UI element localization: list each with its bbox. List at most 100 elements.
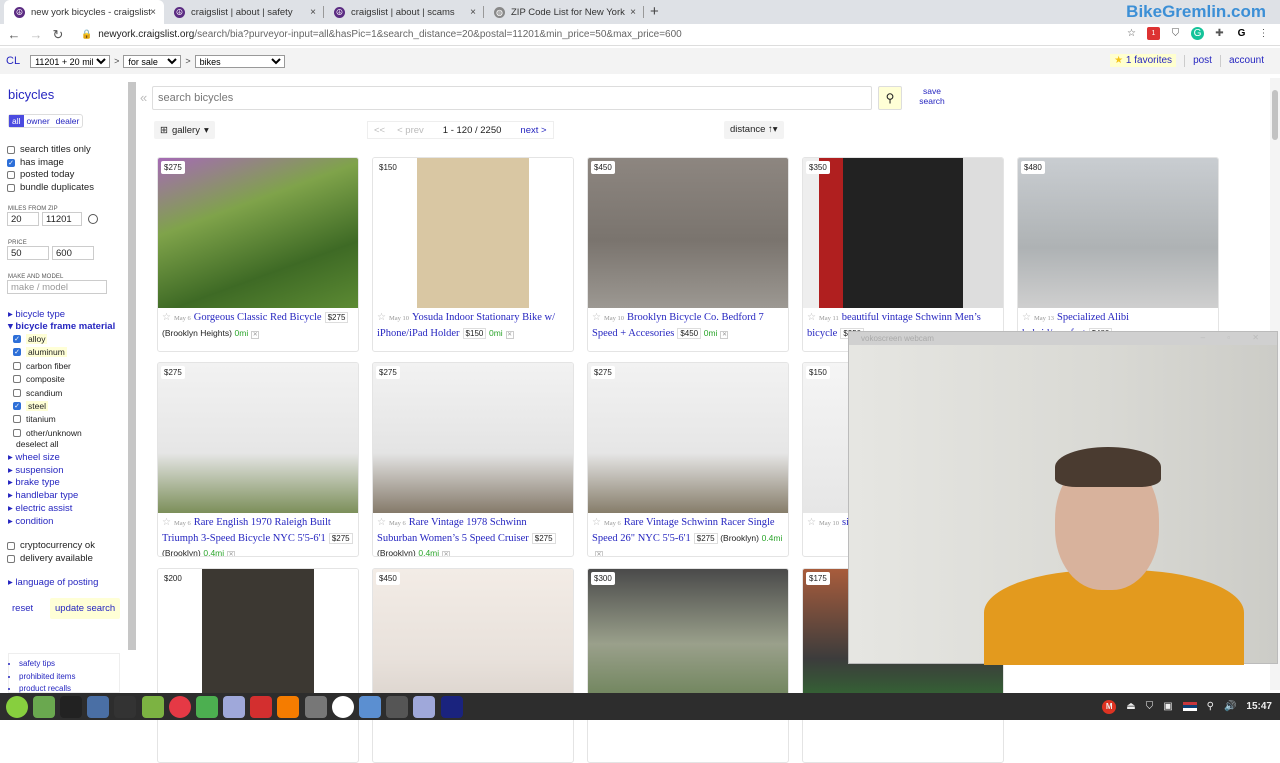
view-mode-dropdown[interactable]: ⊞ gallery ▾ (154, 121, 215, 139)
update-icon[interactable]: ⏏ (1126, 701, 1135, 712)
facet-electric-assist[interactable]: ▸ electric assist (8, 503, 72, 514)
checkbox[interactable] (7, 170, 15, 179)
app-headset-icon[interactable] (440, 695, 463, 718)
favorite-star-icon[interactable]: ☆ (377, 517, 386, 528)
puzzle-extensions-icon[interactable]: ✚ (1213, 27, 1226, 40)
listing-title-link[interactable]: Gorgeous Classic Red Bicycle (194, 312, 322, 323)
menu-kebab-icon[interactable]: ⋮ (1257, 27, 1270, 40)
clipboard-icon[interactable]: ▣ (1163, 701, 1172, 712)
checkbox[interactable] (13, 415, 21, 424)
listing-image[interactable] (588, 158, 788, 308)
category-select[interactable]: bikes (194, 54, 285, 68)
seller-owner[interactable]: owner (24, 115, 53, 127)
material-aluminum-checkbox[interactable]: ✓ aluminum (13, 347, 67, 358)
update-search-button[interactable]: update search (50, 598, 121, 619)
material-other-unknown-checkbox[interactable]: other/unknown (13, 428, 82, 438)
prohibited-items-link[interactable]: prohibited items (19, 671, 119, 684)
bundle-duplicates-checkbox[interactable]: bundle duplicates (7, 182, 94, 193)
mint-menu-icon[interactable] (5, 695, 28, 718)
notes-icon[interactable] (223, 695, 246, 718)
facet-handlebar-type[interactable]: ▸ handlebar type (8, 490, 78, 501)
url-input[interactable]: newyork.craigslist.org/search/bia?purvey… (98, 29, 682, 40)
volume-icon[interactable]: 🔊 (1224, 701, 1236, 712)
hide-listing-icon[interactable]: ✕ (442, 551, 451, 556)
post-link[interactable]: post (1193, 55, 1212, 66)
listing-card[interactable]: $480☆May 13Specialized Alibi hybrid/comf… (1017, 157, 1219, 352)
lock-icon[interactable]: 🔒 (81, 29, 92, 40)
facet-brake-type[interactable]: ▸ brake type (8, 477, 60, 488)
material-carbon-fiber-checkbox[interactable]: carbon fiber (13, 361, 71, 371)
checkbox[interactable] (7, 183, 15, 192)
hide-listing-icon[interactable]: ✕ (505, 331, 514, 339)
collapse-sidebar-icon[interactable]: « (140, 90, 147, 105)
checkbox[interactable]: ✓ (13, 335, 21, 343)
close-tab-icon[interactable]: × (150, 7, 156, 18)
yandex-icon[interactable] (331, 695, 354, 718)
section-select[interactable]: for sale (123, 54, 182, 68)
checkbox[interactable] (13, 361, 21, 370)
sidebar-scrollbar[interactable] (128, 82, 136, 650)
seller-dealer[interactable]: dealer (53, 115, 83, 127)
webcam-titlebar[interactable]: vokoscreen webcam – ▫ ✕ (849, 332, 1277, 345)
forward-arrow-icon[interactable]: → (25, 27, 47, 42)
new-tab-button[interactable]: + (650, 3, 659, 20)
hide-listing-icon[interactable]: ✕ (227, 551, 236, 556)
material-composite-checkbox[interactable]: composite (13, 374, 65, 384)
tab-craigslist-bicycles[interactable]: ☮ new york bicycles - craigslist × (4, 0, 164, 24)
save-search-link[interactable]: save search (918, 86, 946, 106)
editor-icon[interactable] (359, 695, 382, 718)
listing-card[interactable]: $275 ☆ May 6 Rare English 1970 Raleigh Buil… (157, 362, 359, 557)
material-scandium-checkbox[interactable]: scandium (13, 388, 62, 398)
facet-bicycle-type[interactable]: ▸ bicycle type (8, 309, 65, 320)
listing-image[interactable] (1018, 158, 1218, 308)
checkbox[interactable] (7, 145, 15, 154)
listing-image[interactable] (803, 158, 1003, 308)
files-icon[interactable] (141, 695, 164, 718)
google-account-icon[interactable]: G (1235, 27, 1248, 40)
webcam-window[interactable]: vokoscreen webcam – ▫ ✕ (848, 331, 1278, 665)
terminal-icon[interactable] (59, 695, 82, 718)
area-select[interactable]: 11201 + 20 miles (30, 54, 111, 68)
checkbox[interactable]: ✓ (13, 348, 21, 357)
favorite-star-icon[interactable]: ☆ (377, 312, 386, 323)
checkbox[interactable]: ✓ (13, 402, 21, 410)
listing-image[interactable] (373, 363, 573, 513)
tab-safety[interactable]: ☮ craigslist | about | safety × (164, 0, 324, 24)
terminal-2-icon[interactable] (114, 695, 137, 718)
hide-listing-icon[interactable]: ✕ (251, 331, 260, 339)
listing-card[interactable]: $450 (372, 568, 574, 763)
hide-listing-icon[interactable]: ✕ (720, 331, 729, 339)
next-page-button[interactable]: next > (514, 122, 552, 138)
search-titles-only-checkbox[interactable]: search titles only (7, 144, 91, 155)
material-titanium-checkbox[interactable]: titanium (13, 414, 56, 424)
make-model-input[interactable]: make / model (7, 280, 107, 294)
favorite-star-icon[interactable]: ☆ (162, 517, 171, 528)
delivery-available-checkbox[interactable]: delivery available (7, 553, 93, 564)
back-arrow-icon[interactable]: ← (3, 27, 25, 42)
cryptocurrency-ok-checkbox[interactable]: cryptocurrency ok (7, 540, 95, 551)
file-manager-icon[interactable] (87, 695, 110, 718)
calculator-icon[interactable] (386, 695, 409, 718)
first-page-button[interactable]: << (368, 122, 391, 138)
close-tab-icon[interactable]: × (630, 7, 636, 18)
favorite-star-icon[interactable]: ☆ (807, 517, 816, 528)
keyboard-layout-flag-icon[interactable] (1182, 702, 1197, 711)
tab-zip-codes[interactable]: ◍ ZIP Code List for New York × (484, 0, 644, 24)
favorites-link[interactable]: ★ 1 favorites (1110, 54, 1177, 67)
listing-card[interactable]: $200 (157, 568, 359, 763)
favorite-star-icon[interactable]: ☆ (592, 312, 601, 323)
locate-me-icon[interactable] (88, 214, 98, 224)
shield-extension-icon[interactable]: ⛉ (1169, 27, 1182, 40)
app-green-icon[interactable] (195, 695, 218, 718)
safety-tips-link[interactable]: safety tips (19, 658, 119, 671)
app-orange-icon[interactable] (277, 695, 300, 718)
scrollbar-thumb[interactable] (1272, 90, 1278, 140)
favorite-star-icon[interactable]: ☆ (162, 312, 171, 323)
favorite-star-icon[interactable]: ☆ (807, 312, 816, 323)
close-tab-icon[interactable]: × (470, 7, 476, 18)
account-link[interactable]: account (1229, 55, 1264, 66)
has-image-checkbox[interactable]: ✓ has image (7, 157, 64, 168)
app-x-icon[interactable] (250, 695, 273, 718)
facet-wheel-size[interactable]: ▸ wheel size (8, 452, 60, 463)
facet-condition[interactable]: ▸ condition (8, 516, 53, 527)
